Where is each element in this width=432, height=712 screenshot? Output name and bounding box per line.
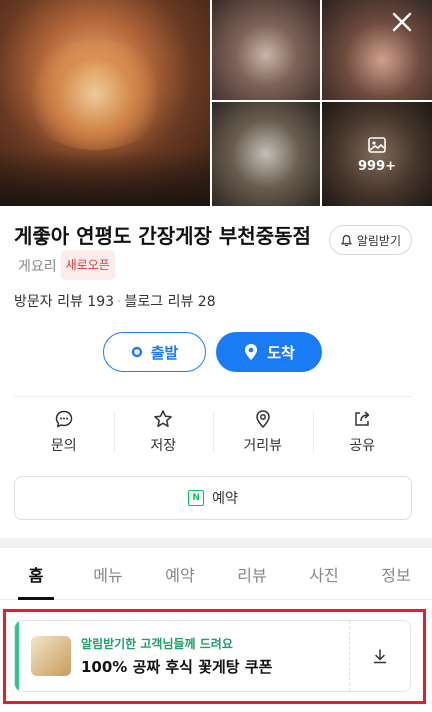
coupon-card[interactable]: 알림받기한 고객님들께 드려요 100% 공짜 후식 꽃게탕 쿠폰 [14,620,411,692]
coupon-subtitle: 알림받기한 고객님들께 드려요 [81,637,233,651]
main-photo[interactable] [0,0,210,206]
location-pin-icon [245,344,258,360]
place-title: 게좋아 연평도 간장게장 부천중동점게요리 새로오픈 [14,222,324,281]
place-header: 게좋아 연평도 간장게장 부천중동점게요리 새로오픈 [14,222,324,281]
tab-photo[interactable]: 사진 [288,548,360,599]
inquiry-button[interactable]: 문의 [14,400,114,464]
chat-bubble-icon [55,410,73,428]
download-icon [373,649,387,664]
photo-more-count: 999+ [357,158,397,174]
tab-review[interactable]: 리뷰 [216,548,288,599]
street-view-label: 거리뷰 [243,438,283,454]
arrive-label: 도착 [267,343,295,362]
photo-thumb-3[interactable] [212,102,320,206]
coupon-body: 알림받기한 고객님들께 드려요 100% 공짜 후식 꽃게탕 쿠폰 [19,621,350,691]
arrive-button[interactable]: 도착 [216,332,322,372]
coupon-thumbnail [31,636,71,676]
action-row: 문의 저장 거리뷰 공유 [14,400,412,464]
close-button[interactable] [388,10,416,38]
naver-reserve-icon: N [188,490,205,506]
review-summary: 방문자 리뷰 193 · 블로그 리뷰 28 [14,291,216,311]
start-button[interactable]: 출발 [103,332,206,372]
share-button[interactable]: 공유 [312,400,413,464]
tab-bar: 홈 메뉴 예약 리뷰 사진 정보 [0,548,432,600]
photo-thumb-1[interactable] [212,0,320,100]
coupon-title: 100% 공짜 후식 꽃게탕 쿠폰 [81,658,273,676]
alarm-button[interactable]: 알림받기 [328,225,412,255]
coupon-text: 알림받기한 고객님들께 드려요 100% 공짜 후식 꽃게탕 쿠폰 [81,635,272,677]
photo-more-overlay: 999+ [322,102,432,206]
reserve-button[interactable]: N 예약 [14,476,412,520]
new-open-badge: 새로오픈 [60,250,115,280]
image-icon [368,136,386,153]
place-name: 게좋아 연평도 간장게장 부천중동점 [14,224,311,248]
location-pin-icon [255,410,270,429]
coupon-download-button[interactable] [350,621,410,691]
save-button[interactable]: 저장 [113,400,214,464]
divider [14,396,412,397]
section-gap [0,538,432,548]
close-icon [392,12,412,32]
share-label: 공유 [349,438,376,454]
tab-menu[interactable]: 메뉴 [72,548,144,599]
star-icon [154,410,172,427]
inquiry-label: 문의 [50,438,77,454]
place-detail-page: 999+ 게좋아 연평도 간장게장 부천중동점게요리 새로오픈 알림받기 방문자 … [0,0,432,712]
save-label: 저장 [150,438,177,454]
start-label: 출발 [150,343,179,362]
visitor-review-link[interactable]: 방문자 리뷰 193 [14,294,114,310]
tab-home[interactable]: 홈 [0,548,72,600]
start-dot-icon [131,346,142,358]
bell-icon [340,234,352,246]
place-category: 게요리 [18,259,57,275]
alarm-label: 알림받기 [356,233,401,248]
street-view-button[interactable]: 거리뷰 [213,400,313,464]
separator-dot: · [117,294,122,310]
tab-reservation[interactable]: 예약 [144,548,216,599]
photo-grid: 999+ [0,0,432,206]
photo-thumb-more[interactable]: 999+ [322,102,432,206]
reserve-label: 예약 [212,491,238,507]
blog-review-link[interactable]: 블로그 리뷰 28 [124,294,215,310]
tab-info[interactable]: 정보 [360,548,432,599]
share-icon [355,411,370,426]
